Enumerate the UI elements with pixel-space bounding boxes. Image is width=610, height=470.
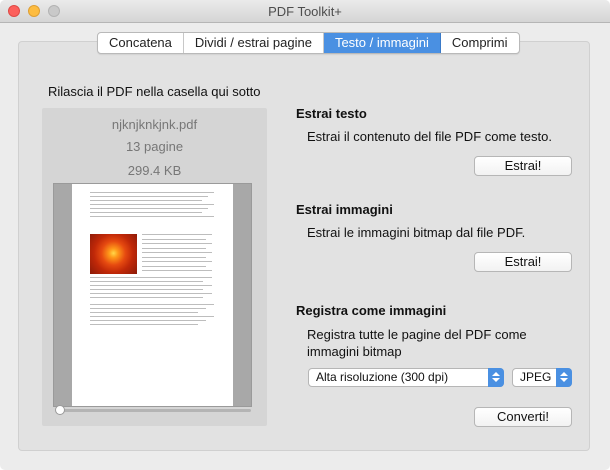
file-size: 299.4 KB bbox=[127, 163, 182, 178]
pdf-drop-zone[interactable]: njknjknkjnk.pdf 13 pagine 299.4 KB bbox=[42, 108, 267, 426]
thumbnail-text-line bbox=[90, 204, 214, 205]
thumbnail-text-line bbox=[90, 289, 203, 290]
page-slider-knob[interactable] bbox=[55, 405, 65, 415]
save-as-images-title: Registra come immagini bbox=[296, 303, 447, 318]
thumbnail-text-line bbox=[90, 324, 198, 325]
tab-comprimi[interactable]: Comprimi bbox=[441, 33, 519, 53]
extract-text-title: Estrai testo bbox=[296, 106, 367, 121]
thumbnail-text-line bbox=[90, 312, 198, 313]
thumbnail-text-line bbox=[90, 285, 212, 286]
resolution-value: Alta risoluzione (300 dpi) bbox=[316, 370, 449, 384]
drop-instructions: Rilascia il PDF nella casella qui sotto bbox=[48, 84, 261, 99]
extract-images-description: Estrai le immagini bitmap dal file PDF. bbox=[307, 225, 526, 240]
thumbnail-text-line bbox=[90, 297, 203, 298]
thumbnail-text-line bbox=[90, 208, 208, 209]
thumbnail-text-line bbox=[90, 316, 214, 317]
thumbnail-text-line bbox=[142, 238, 206, 240]
resolution-select[interactable]: Alta risoluzione (300 dpi) bbox=[308, 368, 504, 387]
thumbnail-text-line bbox=[142, 265, 206, 267]
thumbnail-text-line bbox=[90, 281, 203, 282]
thumbnail-text-line bbox=[90, 196, 208, 197]
title-bar: PDF Toolkit+ bbox=[0, 0, 610, 23]
thumbnail-text-line bbox=[90, 277, 212, 278]
extract-images-button[interactable]: Estrai! bbox=[474, 252, 572, 272]
flower-image bbox=[90, 234, 137, 274]
format-value: JPEG bbox=[520, 370, 552, 384]
pdf-page-thumbnail bbox=[72, 184, 233, 406]
tab-concatena[interactable]: Concatena bbox=[98, 33, 184, 53]
tab-dividi-estrai-pagine[interactable]: Dividi / estrai pagine bbox=[184, 33, 324, 53]
tab-bar: Concatena Dividi / estrai pagine Testo /… bbox=[97, 32, 520, 54]
thumbnail-text-line bbox=[142, 261, 212, 262]
thumbnail-text-line bbox=[142, 234, 212, 235]
format-stepper-icon bbox=[556, 368, 572, 387]
save-as-images-description-line2: immagini bitmap bbox=[307, 344, 402, 359]
thumbnail-text-line bbox=[142, 270, 212, 271]
thumbnail-text-line bbox=[90, 200, 202, 201]
thumbnail-text-line bbox=[142, 243, 212, 244]
window-title: PDF Toolkit+ bbox=[268, 4, 342, 19]
app-window: PDF Toolkit+ Concatena Dividi / estrai p… bbox=[0, 0, 610, 470]
thumbnail-text-line bbox=[90, 320, 206, 321]
page-slider-track[interactable] bbox=[60, 409, 251, 412]
thumbnail-text-line bbox=[90, 216, 214, 217]
thumbnail-text-line bbox=[90, 192, 214, 193]
thumbnail-text-line bbox=[90, 308, 206, 309]
thumbnail-text-line bbox=[90, 212, 202, 213]
file-name: njknjknkjnk.pdf bbox=[111, 117, 198, 132]
thumbnail-text-line bbox=[142, 247, 206, 249]
convert-button[interactable]: Converti! bbox=[474, 407, 572, 427]
resolution-stepper-icon bbox=[488, 368, 504, 387]
thumbnail-text-line bbox=[142, 256, 206, 258]
format-select[interactable]: JPEG bbox=[512, 368, 572, 387]
thumbnail-text-line bbox=[142, 252, 212, 253]
thumbnail-text-line bbox=[90, 293, 212, 294]
save-as-images-description-line1: Registra tutte le pagine del PDF come bbox=[307, 327, 527, 342]
extract-text-button[interactable]: Estrai! bbox=[474, 156, 572, 176]
page-count: 13 pagine bbox=[125, 139, 184, 154]
tab-testo-immagini[interactable]: Testo / immagini bbox=[323, 33, 441, 53]
page-preview bbox=[53, 183, 252, 407]
extract-images-title: Estrai immagini bbox=[296, 202, 393, 217]
thumbnail-text-line bbox=[90, 304, 214, 305]
extract-text-description: Estrai il contenuto del file PDF come te… bbox=[307, 129, 552, 144]
